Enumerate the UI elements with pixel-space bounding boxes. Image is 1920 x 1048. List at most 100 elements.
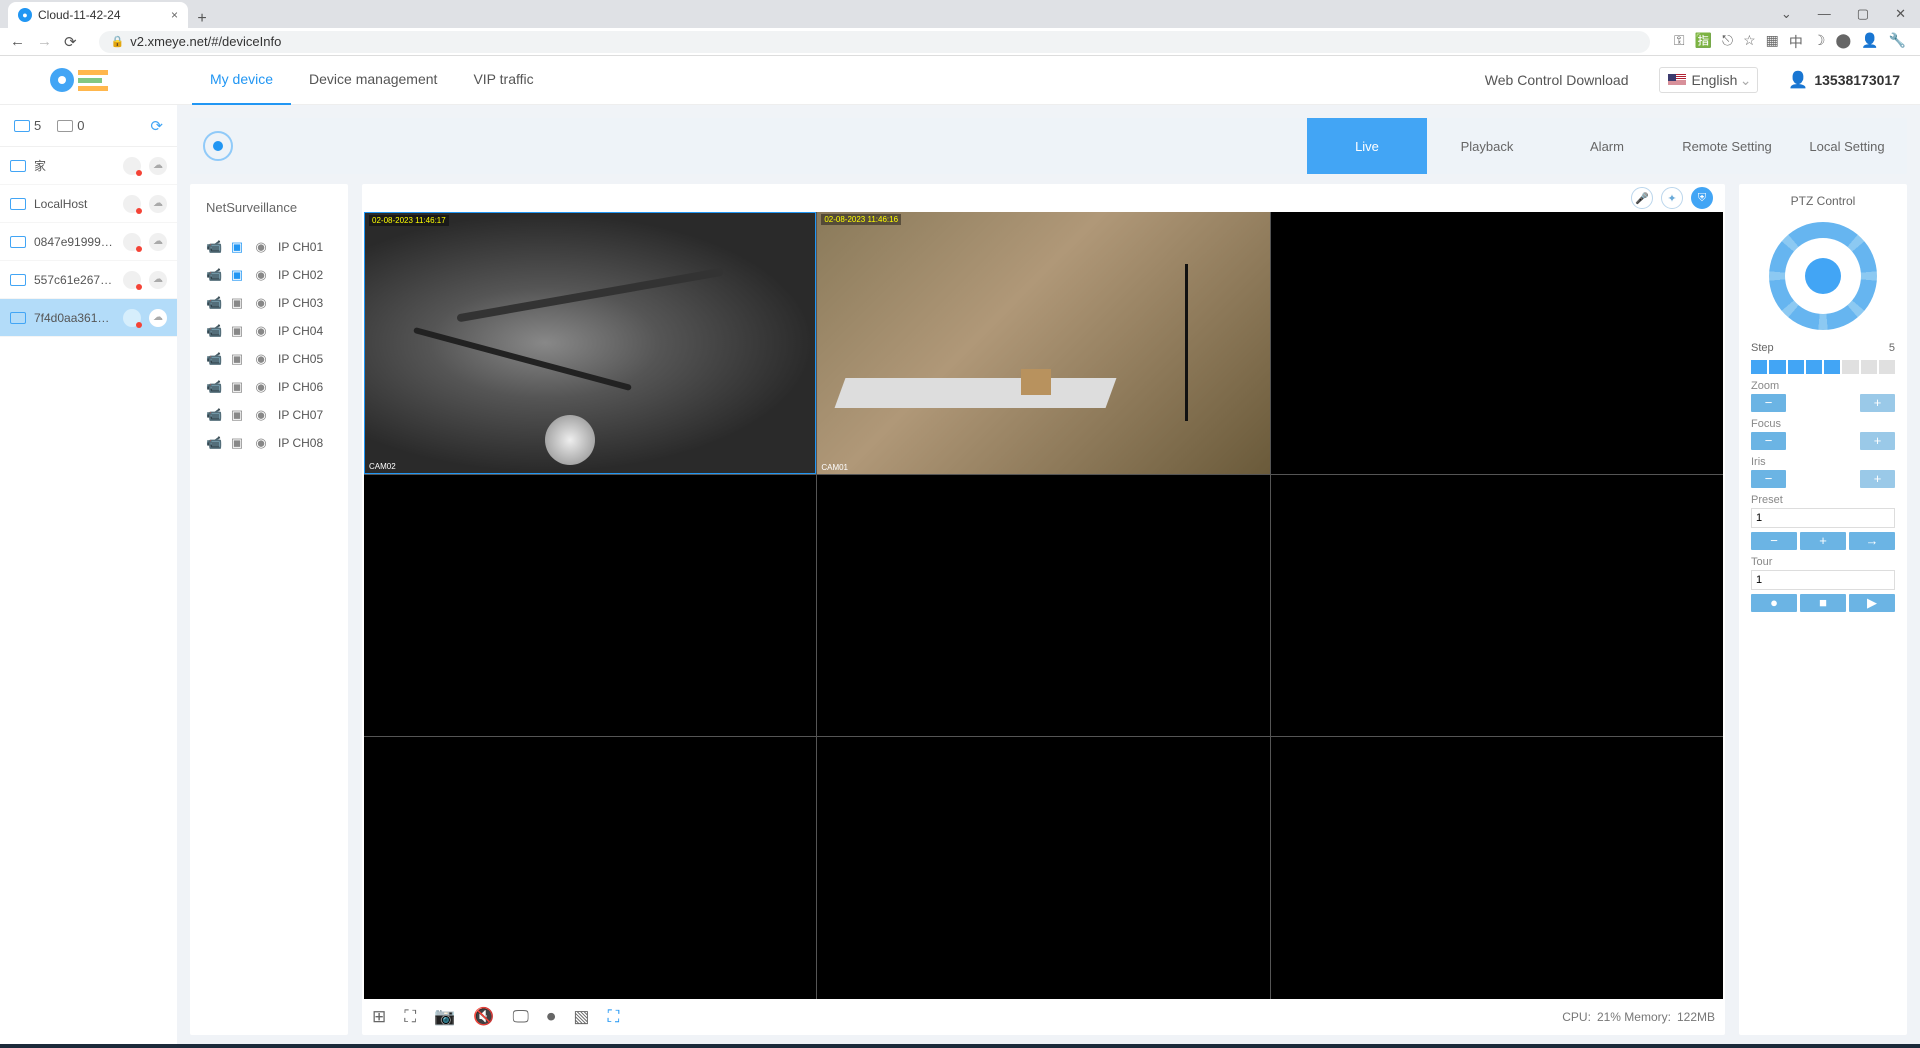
tour-stop-button[interactable]: ■ <box>1800 594 1846 612</box>
device-item-1[interactable]: LocalHost ☁ <box>0 185 177 223</box>
grid-layout-icon[interactable]: ⊞ <box>372 1007 386 1027</box>
stream-icon[interactable]: ▣ <box>230 351 244 367</box>
iris-open-button[interactable]: + <box>1860 470 1895 488</box>
channel-row[interactable]: 📹▣◉IP CH08 <box>200 433 338 453</box>
channel-row[interactable]: 📹▣◉IP CH01 <box>200 237 338 257</box>
camera-icon[interactable]: 📹 <box>206 379 220 395</box>
camera-icon[interactable]: 📹 <box>206 407 220 423</box>
refresh-icon[interactable]: ⟳ <box>150 117 163 135</box>
iris-close-button[interactable]: − <box>1751 470 1786 488</box>
close-icon[interactable]: ✕ <box>1889 4 1912 24</box>
reload-icon[interactable]: ⟳ <box>64 33 77 51</box>
video-cell-4[interactable] <box>364 475 816 737</box>
play-icon[interactable]: ◉ <box>254 267 268 283</box>
focus-out-button[interactable]: − <box>1751 432 1786 450</box>
snapshot-icon[interactable]: 📷 <box>434 1007 455 1027</box>
ptz-wheel[interactable] <box>1769 222 1877 330</box>
ext2-icon[interactable]: 中 <box>1789 32 1803 52</box>
preset-go-button[interactable]: → <box>1849 532 1895 550</box>
shield-icon[interactable]: ⛨ <box>1691 187 1713 209</box>
channel-row[interactable]: 📹▣◉IP CH04 <box>200 321 338 341</box>
taskbar[interactable] <box>0 1044 1920 1048</box>
preset-minus-button[interactable]: − <box>1751 532 1797 550</box>
browser-tab[interactable]: ● Cloud-11-42-24 × <box>8 2 188 28</box>
video-cell-7[interactable] <box>364 737 816 999</box>
video-grid[interactable]: 02-08-2023 11:46:17 CAM02 02-08-2023 11:… <box>364 212 1723 999</box>
mic-icon[interactable]: 🎤 <box>1631 187 1653 209</box>
play-icon[interactable]: ◉ <box>254 407 268 423</box>
language-select[interactable]: English <box>1659 67 1759 93</box>
video-cell-6[interactable] <box>1271 475 1723 737</box>
zoom-out-button[interactable]: − <box>1751 394 1786 412</box>
camera-icon[interactable]: 📹 <box>206 239 220 255</box>
tab-playback[interactable]: Playback <box>1427 118 1547 174</box>
camera-icon[interactable]: 📹 <box>206 323 220 339</box>
play-icon[interactable]: ◉ <box>254 351 268 367</box>
stream-icon[interactable]: ▣ <box>230 267 244 283</box>
play-icon[interactable]: ◉ <box>254 323 268 339</box>
user-menu[interactable]: 👤 13538173017 <box>1788 70 1900 90</box>
tab-remote-setting[interactable]: Remote Setting <box>1667 118 1787 174</box>
tab-alarm[interactable]: Alarm <box>1547 118 1667 174</box>
device-item-2[interactable]: 0847e91999d5… ☁ <box>0 223 177 261</box>
app-logo[interactable] <box>50 66 112 94</box>
video-cell-9[interactable] <box>1271 737 1723 999</box>
preset-plus-button[interactable]: + <box>1800 532 1846 550</box>
channel-row[interactable]: 📹▣◉IP CH07 <box>200 405 338 425</box>
preset-input[interactable] <box>1751 508 1895 528</box>
nav-device-management[interactable]: Device management <box>291 56 455 105</box>
mute-icon[interactable]: 🔇 <box>473 1007 494 1027</box>
fullscreen-icon[interactable]: ⛶ <box>404 1007 416 1027</box>
focus-in-button[interactable]: + <box>1860 432 1895 450</box>
ext5-icon[interactable]: 🔧 <box>1889 32 1906 52</box>
camera-icon[interactable]: 📹 <box>206 435 220 451</box>
device-item-3[interactable]: 557c61e2674ff… ☁ <box>0 261 177 299</box>
moon-icon[interactable]: ☽ <box>1813 32 1826 52</box>
light-icon[interactable]: ✦ <box>1661 187 1683 209</box>
video-cell-3[interactable] <box>1271 212 1723 474</box>
device-item-0[interactable]: 家 ☁ <box>0 147 177 185</box>
video-cell-5[interactable] <box>817 475 1269 737</box>
video-cell-2[interactable]: 02-08-2023 11:46:16 CAM01 <box>817 212 1269 474</box>
nav-vip-traffic[interactable]: VIP traffic <box>455 56 551 105</box>
minimize-icon[interactable]: — <box>1812 4 1837 24</box>
camera-icon[interactable]: 📹 <box>206 351 220 367</box>
ext4-icon[interactable]: 👤 <box>1861 32 1878 52</box>
record-icon[interactable]: ⏺ <box>547 1007 556 1027</box>
device-item-4[interactable]: 7f4d0aa361710… ☁ <box>0 299 177 337</box>
zoom-in-button[interactable]: + <box>1860 394 1895 412</box>
play-icon[interactable]: ◉ <box>254 379 268 395</box>
tour-record-button[interactable]: ● <box>1751 594 1797 612</box>
nav-my-device[interactable]: My device <box>192 56 291 105</box>
stream-icon[interactable]: ▣ <box>230 295 244 311</box>
stream-icon[interactable]: ▣ <box>230 435 244 451</box>
ext1-icon[interactable]: ▦ <box>1766 32 1779 52</box>
star-icon[interactable]: ☆ <box>1743 32 1756 52</box>
stream-icon[interactable]: ▣ <box>230 239 244 255</box>
tour-play-button[interactable]: ▶ <box>1849 594 1895 612</box>
tab-live[interactable]: Live <box>1307 118 1427 174</box>
channel-row[interactable]: 📹▣◉IP CH06 <box>200 377 338 397</box>
expand-icon[interactable]: ⛶ <box>607 1007 619 1027</box>
translate-icon[interactable]: 🈯 <box>1695 32 1712 52</box>
stream-icon[interactable]: ▣ <box>230 407 244 423</box>
close-tab-icon[interactable]: × <box>171 8 178 22</box>
new-tab-button[interactable]: + <box>188 10 216 28</box>
forward-icon[interactable]: → <box>37 33 52 50</box>
play-icon[interactable]: ◉ <box>254 239 268 255</box>
maximize-icon[interactable]: ▢ <box>1851 4 1875 24</box>
camera-icon[interactable]: 📹 <box>206 295 220 311</box>
ratio-icon[interactable]: ▧ <box>573 1007 589 1027</box>
camera-icon[interactable]: 📹 <box>206 267 220 283</box>
channel-row[interactable]: 📹▣◉IP CH05 <box>200 349 338 369</box>
video-cell-8[interactable] <box>817 737 1269 999</box>
stream-icon[interactable]: ▣ <box>230 379 244 395</box>
ext3-icon[interactable]: ⬤ <box>1835 32 1851 52</box>
key-icon[interactable]: ⚿ <box>1674 32 1685 52</box>
video-cell-1[interactable]: 02-08-2023 11:46:17 CAM02 <box>364 212 816 474</box>
tab-local-setting[interactable]: Local Setting <box>1787 118 1907 174</box>
play-icon[interactable]: ◉ <box>254 295 268 311</box>
channel-row[interactable]: 📹▣◉IP CH03 <box>200 293 338 313</box>
play-icon[interactable]: ◉ <box>254 435 268 451</box>
share-icon[interactable]: ⎋ <box>1722 32 1733 52</box>
